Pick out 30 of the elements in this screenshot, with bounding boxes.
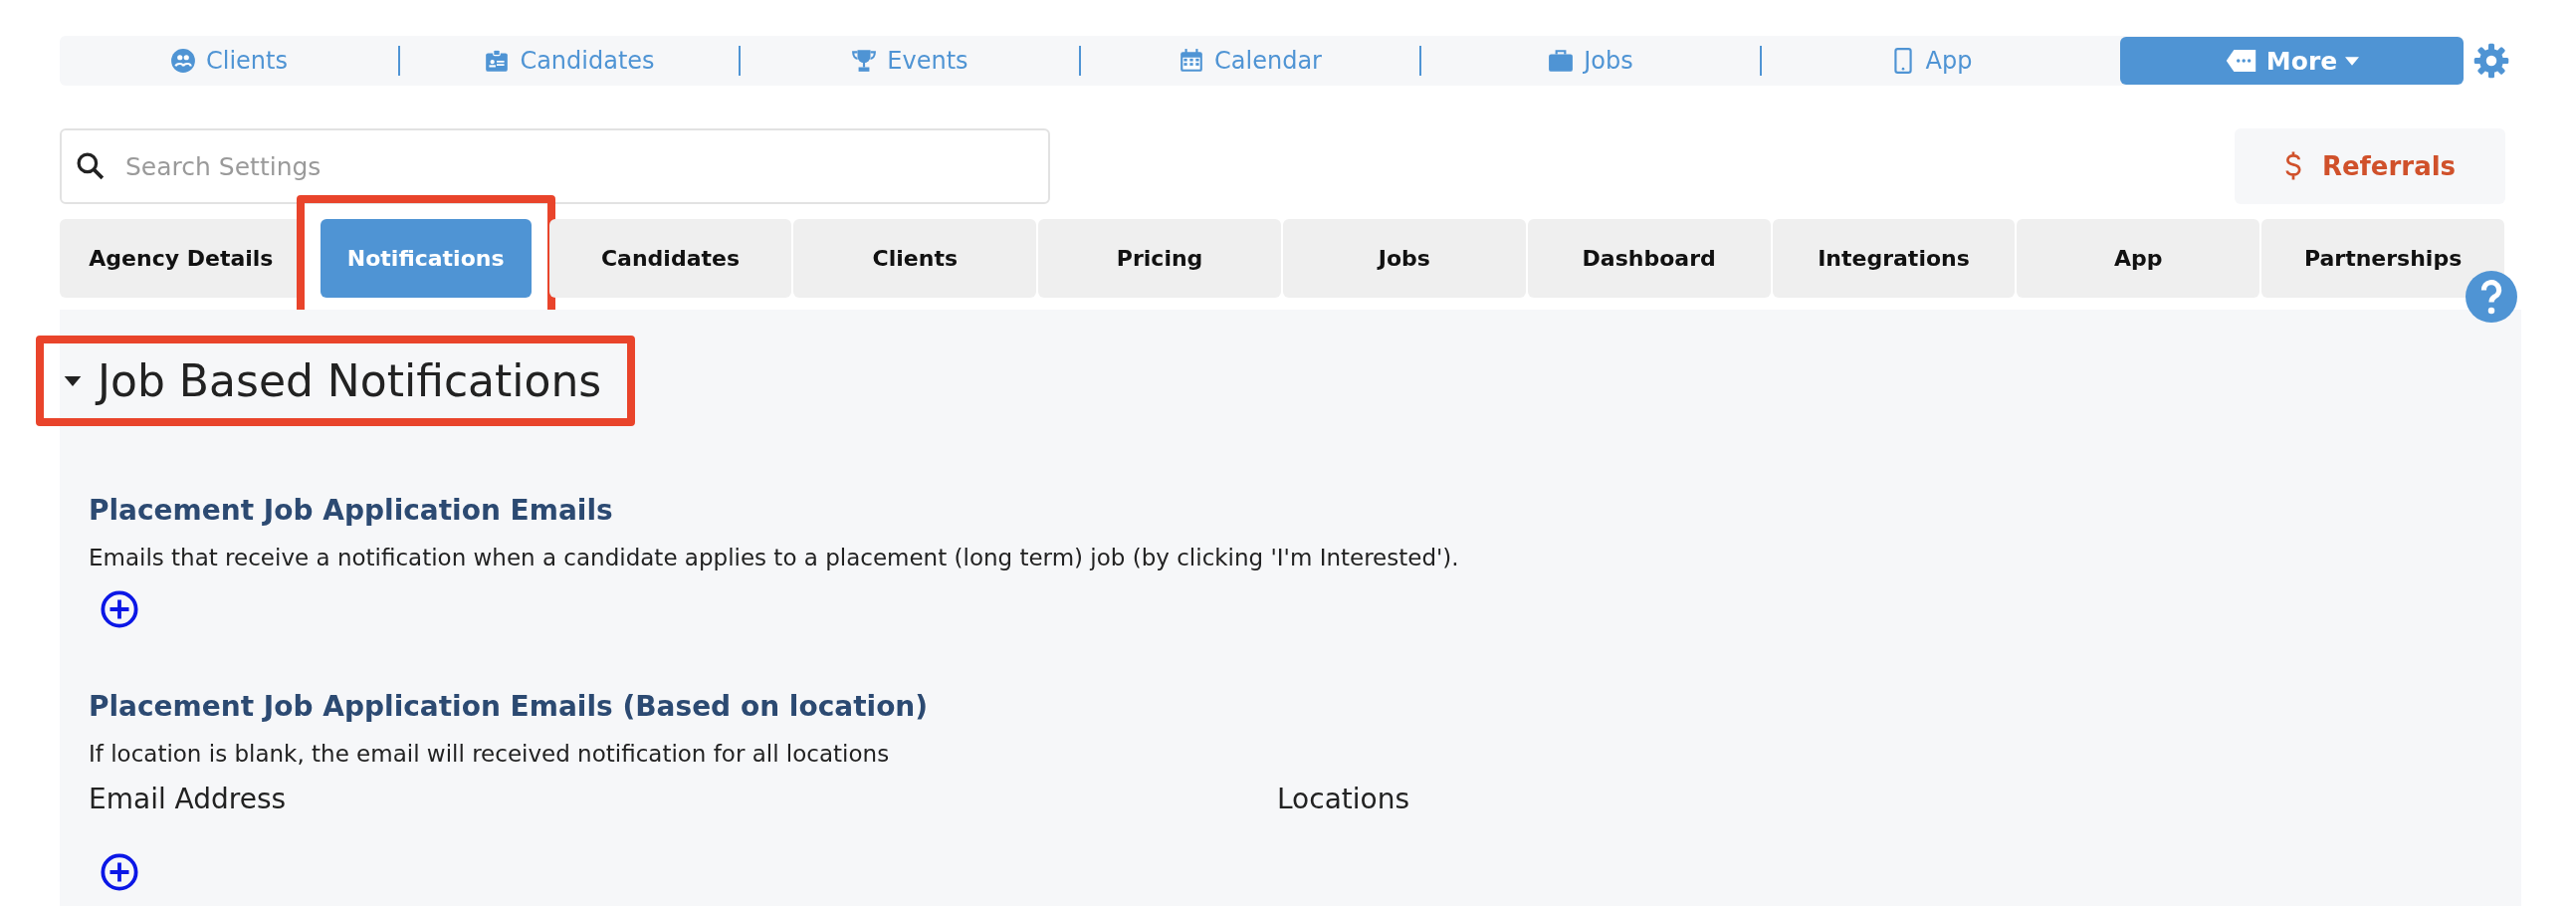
- id-badge-icon: [484, 48, 511, 74]
- group-description: If location is blank, the email will received notification for all locations: [89, 741, 891, 767]
- search-field[interactable]: Search Settings: [60, 128, 1050, 204]
- caret-icon: [64, 375, 82, 386]
- search-icon: [76, 151, 106, 181]
- calendar-icon: [1179, 48, 1205, 74]
- settings-icon[interactable]: [2473, 43, 2509, 79]
- add-icon[interactable]: [101, 590, 138, 628]
- settings-tab[interactable]: Pricing: [1038, 219, 1281, 298]
- settings-tab[interactable]: Dashboard: [1527, 219, 1771, 298]
- settings-tab[interactable]: Integrations: [1772, 219, 2016, 298]
- tag-icon: [2224, 49, 2258, 73]
- group-description: Emails that receive a notification when a candidate applies to a placement (long term) job (by clicking 'I'm Interested').: [89, 545, 1460, 570]
- settings-tab[interactable]: Candidates: [548, 219, 792, 298]
- dollar-icon: [2283, 150, 2302, 182]
- caret-icon: [2345, 56, 2360, 66]
- settings-tab[interactable]: App: [2017, 219, 2260, 298]
- group-title: Placement Job Application Emails (Based on location): [89, 690, 930, 723]
- settings-tab[interactable]: Jobs: [1283, 219, 1526, 298]
- trophy-icon: [851, 48, 878, 74]
- group-title: Placement Job Application Emails: [89, 494, 614, 527]
- add-icon[interactable]: [101, 853, 138, 891]
- settings-tab[interactable]: Partnerships: [2261, 219, 2504, 298]
- column-header: Locations: [1277, 783, 1409, 815]
- help-icon[interactable]: [2466, 271, 2517, 323]
- column-header: Email Address: [89, 783, 288, 815]
- section-header[interactable]: Job Based Notifications: [50, 349, 622, 412]
- briefcase-icon: [1548, 48, 1575, 74]
- referrals-button[interactable]: Referrals: [2235, 128, 2505, 204]
- settings-tab[interactable]: Clients: [793, 219, 1037, 298]
